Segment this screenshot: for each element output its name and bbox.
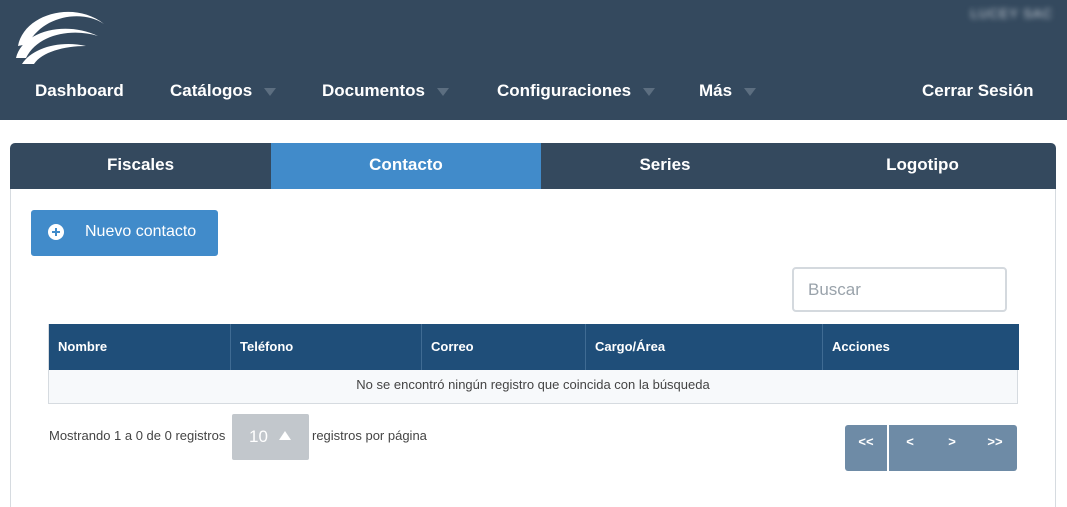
last-page-button[interactable]: >> [973, 425, 1017, 471]
nav-item-configuraciones[interactable]: Configuraciones [497, 70, 656, 112]
nav-item-label: Dashboard [35, 81, 124, 100]
caret-up-icon [279, 431, 291, 440]
nav-item-catalogos[interactable]: Catálogos [170, 70, 277, 112]
nav-item-label: Más [699, 81, 733, 100]
main-nav: Dashboard Catálogos Documentos Configura… [0, 70, 1067, 112]
nav-item-dashboard[interactable]: Dashboard [35, 70, 124, 112]
column-header-correo[interactable]: Correo [422, 324, 586, 370]
plus-circle-icon [48, 224, 64, 240]
user-name: LUCEY SAC [970, 6, 1053, 21]
nav-item-mas[interactable]: Más [699, 70, 757, 112]
nav-item-label: Catálogos [170, 81, 253, 100]
caret-down-icon [264, 87, 277, 96]
caret-down-icon [436, 87, 449, 96]
logout-link[interactable]: Cerrar Sesión [922, 70, 1034, 112]
caret-down-icon [643, 87, 656, 96]
column-header-acciones[interactable]: Acciones [823, 324, 1019, 370]
column-header-cargo-area[interactable]: Cargo/Área [586, 324, 823, 370]
new-contact-button[interactable]: Nuevo contacto [31, 210, 218, 256]
first-page-button[interactable]: << [845, 425, 887, 471]
page-size-value: 10 [249, 427, 268, 446]
nav-item-label: Configuraciones [497, 81, 632, 100]
search-input[interactable] [792, 267, 1007, 312]
settings-tabs: Fiscales Contacto Series Logotipo [10, 143, 1056, 189]
column-header-telefono[interactable]: Teléfono [231, 324, 422, 370]
next-page-button[interactable]: > [931, 425, 973, 471]
tab-fiscales[interactable]: Fiscales [10, 143, 271, 189]
records-info: Mostrando 1 a 0 de 0 registros [49, 428, 226, 443]
per-page-label: registros por página [312, 428, 427, 443]
tab-series[interactable]: Series [541, 143, 789, 189]
company-logo-icon[interactable] [14, 2, 106, 64]
column-header-nombre[interactable]: Nombre [49, 324, 231, 370]
nav-item-documentos[interactable]: Documentos [322, 70, 449, 112]
contacts-table: Nombre Teléfono Correo Cargo/Área Accion… [48, 324, 1019, 404]
previous-page-button[interactable]: < [889, 425, 931, 471]
top-header: LUCEY SAC Dashboard Catálogos Documentos… [0, 0, 1067, 120]
new-contact-label: Nuevo contacto [85, 223, 197, 240]
table-header: Nombre Teléfono Correo Cargo/Área Accion… [49, 324, 1019, 370]
nav-item-label: Documentos [322, 81, 425, 100]
tab-contacto[interactable]: Contacto [271, 143, 541, 189]
page-size-select[interactable]: 10 [232, 414, 309, 460]
tab-logotipo[interactable]: Logotipo [789, 143, 1056, 189]
caret-down-icon [744, 87, 757, 96]
empty-table-message: No se encontró ningún registro que coinc… [49, 370, 1017, 403]
